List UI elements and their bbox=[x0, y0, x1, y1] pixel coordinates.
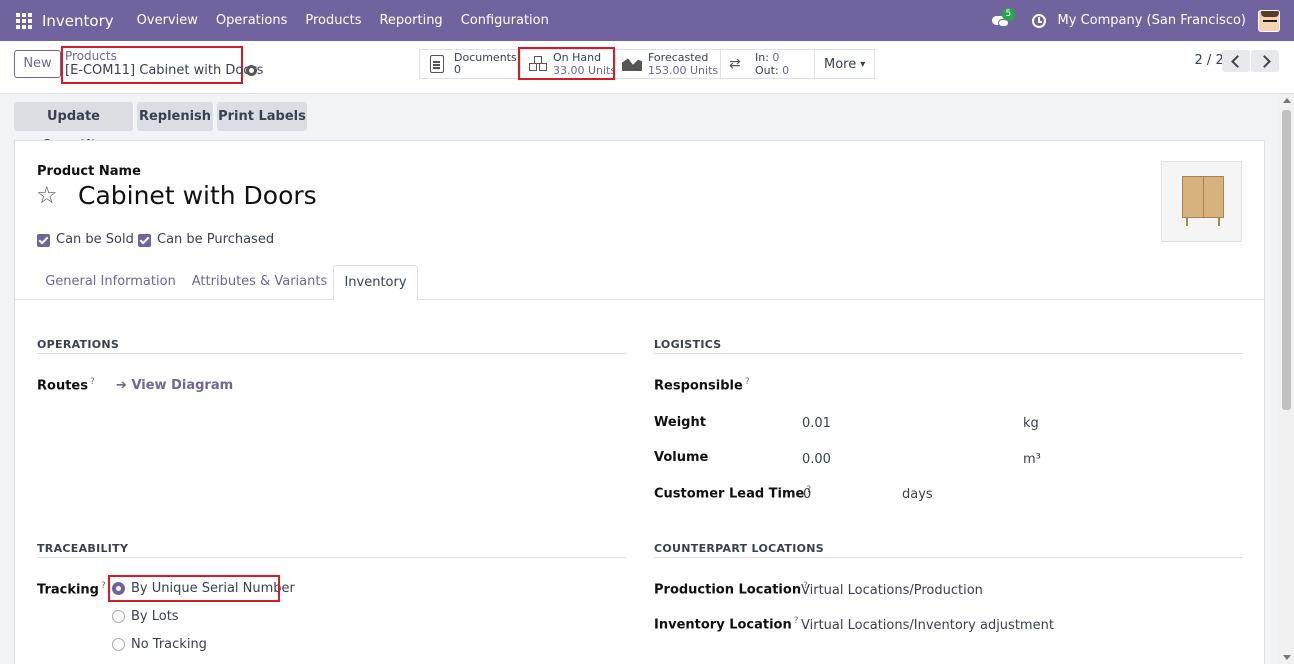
tracking-highlight bbox=[108, 575, 280, 602]
volume-unit: m³ bbox=[1023, 452, 1041, 467]
documents-smart-button[interactable]: Documents 0 bbox=[419, 49, 520, 79]
pager-previous-button[interactable] bbox=[1222, 50, 1250, 72]
in-out-smart-button[interactable]: ⇄ In: 0 Out: 0 bbox=[720, 49, 815, 79]
form-sheet: Product Name ☆ Cabinet with Doors Can be… bbox=[14, 140, 1265, 664]
inventory-help-icon[interactable]: ? bbox=[794, 616, 799, 626]
documents-label: Documents bbox=[454, 51, 517, 64]
can-be-purchased-label: Can be Purchased bbox=[157, 232, 275, 247]
operations-section-title: OPERATIONS bbox=[37, 338, 120, 351]
tracking-none-label[interactable]: No Tracking bbox=[131, 637, 207, 652]
menu-overview[interactable]: Overview bbox=[137, 13, 198, 28]
routes-label: Routes? bbox=[37, 377, 95, 394]
menu-configuration[interactable]: Configuration bbox=[461, 13, 549, 28]
logistics-section-title: LOGISTICS bbox=[654, 338, 722, 351]
customer-lead-time-label: Customer Lead Time? bbox=[654, 485, 812, 502]
pager-next-button[interactable] bbox=[1251, 50, 1279, 72]
caret-down-icon: ▾ bbox=[860, 58, 866, 70]
exchange-arrows-icon: ⇄ bbox=[729, 56, 741, 72]
star-icon[interactable]: ☆ bbox=[36, 183, 58, 207]
arrow-right-icon: ➔ bbox=[116, 378, 127, 393]
out-label: Out: bbox=[755, 64, 779, 77]
vertical-scrollbar[interactable] bbox=[1279, 94, 1294, 664]
can-be-sold-label: Can be Sold bbox=[56, 232, 134, 247]
product-name-field[interactable]: Cabinet with Doors bbox=[78, 181, 317, 210]
on-hand-highlight bbox=[518, 47, 615, 80]
weight-label: Weight bbox=[654, 415, 706, 430]
tab-general-information[interactable]: General Information bbox=[38, 265, 183, 300]
in-label: In: bbox=[755, 51, 769, 64]
can-be-purchased-checkbox[interactable] bbox=[138, 234, 151, 247]
print-labels-button[interactable]: Print Labels bbox=[217, 102, 307, 131]
tracking-lots-label[interactable]: By Lots bbox=[131, 609, 179, 624]
lead-time-input[interactable]: 0 bbox=[803, 487, 811, 502]
more-dropdown-button[interactable]: More ▾ bbox=[814, 49, 875, 79]
tracking-help-icon[interactable]: ? bbox=[101, 581, 106, 591]
product-name-label: Product Name bbox=[37, 164, 141, 179]
weight-unit: kg bbox=[1023, 416, 1039, 431]
new-button[interactable]: New bbox=[14, 50, 61, 78]
production-location-label: Production Location? bbox=[654, 581, 808, 598]
volume-input[interactable]: 0.00 bbox=[802, 452, 831, 467]
view-diagram-link[interactable]: ➔ View Diagram bbox=[116, 378, 233, 393]
responsible-label: Responsible? bbox=[654, 377, 750, 394]
menu-products[interactable]: Products bbox=[305, 13, 361, 28]
weight-input[interactable]: 0.01 bbox=[802, 416, 831, 431]
scroll-down-icon[interactable] bbox=[1283, 655, 1291, 660]
cabinet-image bbox=[1182, 176, 1224, 218]
replenish-button[interactable]: Replenish bbox=[137, 102, 213, 131]
tracking-lots-radio[interactable] bbox=[112, 610, 125, 623]
routes-help-icon[interactable]: ? bbox=[90, 377, 95, 387]
scroll-thumb[interactable] bbox=[1282, 110, 1291, 410]
inventory-location-label: Inventory Location? bbox=[654, 616, 799, 633]
production-location-field[interactable]: Virtual Locations/Production bbox=[801, 583, 983, 598]
volume-label: Volume bbox=[654, 450, 709, 465]
top-navbar: Inventory Overview Operations Products R… bbox=[0, 0, 1294, 41]
apps-grid-icon[interactable] bbox=[16, 12, 32, 29]
breadcrumb: Products [E-COM11] Cabinet with Doors bbox=[61, 46, 264, 84]
more-label: More bbox=[824, 56, 857, 72]
breadcrumb-parent-link[interactable]: Products bbox=[65, 50, 239, 63]
document-icon bbox=[430, 55, 444, 73]
responsible-help-icon[interactable]: ? bbox=[745, 377, 750, 387]
breadcrumb-current: [E-COM11] Cabinet with Doors bbox=[65, 63, 264, 78]
gear-icon[interactable] bbox=[246, 65, 257, 76]
counterpart-section-title: COUNTERPART LOCATIONS bbox=[654, 542, 824, 555]
traceability-section-title: TRACEABILITY bbox=[37, 542, 129, 555]
chat-icon[interactable]: 5 bbox=[991, 7, 1016, 28]
out-value: 0 bbox=[782, 64, 790, 77]
app-name[interactable]: Inventory bbox=[42, 12, 114, 30]
clock-icon[interactable] bbox=[1031, 13, 1046, 28]
company-switcher[interactable]: My Company (San Francisco) bbox=[1058, 13, 1246, 28]
can-be-sold-checkbox[interactable] bbox=[37, 234, 50, 247]
inventory-location-field[interactable]: Virtual Locations/Inventory adjustment bbox=[801, 618, 1054, 633]
forecasted-value: 153.00 Units bbox=[648, 63, 719, 77]
menu-operations[interactable]: Operations bbox=[216, 13, 287, 28]
product-image[interactable] bbox=[1161, 161, 1242, 242]
update-quantity-button[interactable]: Update Quantity bbox=[14, 102, 133, 153]
tab-attributes-variants[interactable]: Attributes & Variants bbox=[187, 265, 332, 300]
forecasted-label: Forecasted bbox=[648, 50, 709, 64]
in-value: 0 bbox=[772, 51, 780, 64]
tab-inventory[interactable]: Inventory bbox=[333, 265, 418, 301]
user-avatar[interactable] bbox=[1258, 9, 1280, 32]
lead-time-unit: days bbox=[902, 487, 933, 502]
notebook-tabs: General Information Attributes & Variant… bbox=[15, 265, 1264, 301]
scroll-up-icon[interactable] bbox=[1283, 98, 1291, 103]
control-panel: New Products [E-COM11] Cabinet with Door… bbox=[0, 41, 1294, 94]
tracking-none-radio[interactable] bbox=[112, 638, 125, 651]
chat-count-badge: 5 bbox=[1001, 7, 1016, 21]
forecasted-smart-button[interactable]: Forecasted 153.00 Units bbox=[615, 49, 721, 79]
documents-value: 0 bbox=[454, 63, 461, 76]
area-chart-icon bbox=[622, 58, 642, 71]
menu-reporting[interactable]: Reporting bbox=[379, 13, 442, 28]
tracking-label: Tracking? bbox=[37, 581, 106, 598]
